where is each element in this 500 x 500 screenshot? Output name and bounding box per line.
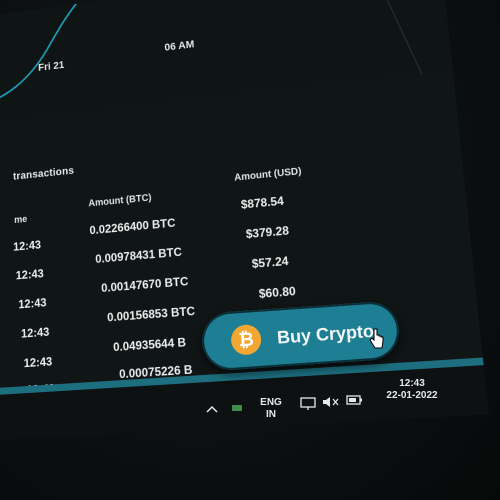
language-line2: IN (266, 409, 276, 420)
row-usd: $878.54 (240, 193, 285, 212)
row-usd: $379.28 (245, 223, 290, 242)
battery-icon[interactable] (346, 394, 364, 406)
clock-date: 22-01-2022 (386, 390, 438, 401)
pointer-cursor-icon (369, 328, 384, 349)
col-header-usd: Amount (USD) (233, 166, 302, 184)
row-usd: $57.24 (251, 253, 289, 271)
col-header-btc: Amount (BTC) (88, 192, 152, 210)
clock-time: 12:43 (399, 378, 425, 389)
row-time: 12:43 (15, 266, 44, 283)
price-line (0, 0, 84, 106)
row-btc: 0.04935644 B (112, 335, 187, 355)
speaker-muted-icon[interactable] (322, 396, 340, 408)
row-btc: 0.00978431 BTC (95, 244, 183, 266)
row-time: 12:43 (12, 237, 42, 254)
row-btc: 0.00147670 BTC (100, 274, 189, 296)
col-header-time: me (14, 214, 28, 226)
row-time: 12:43 (20, 324, 50, 341)
chart-divider (371, 0, 422, 79)
row-time: 12:43 (18, 295, 47, 312)
row-time: 12:43 (23, 354, 53, 371)
language-indicator[interactable]: ENG IN (256, 397, 286, 421)
row-btc: 0.02266400 BTC (89, 215, 176, 238)
monitor-screen: Fri 21 06 AM transactions me Amount (BTC… (0, 0, 489, 441)
network-icon[interactable] (230, 402, 244, 414)
bitcoin-icon: ₿ (230, 323, 263, 356)
price-chart: Fri 21 06 AM (0, 0, 453, 125)
row-usd: $60.80 (258, 283, 297, 302)
language-line1: ENG (260, 397, 282, 408)
photo-stage: Fri 21 06 AM transactions me Amount (BTC… (0, 0, 500, 500)
row-btc: 0.00156853 BTC (106, 303, 196, 325)
transactions-title: transactions (12, 165, 75, 183)
clock[interactable]: 12:43 22-01-2022 (382, 378, 442, 402)
buy-crypto-label: Buy Crypto (276, 320, 375, 348)
chart-line-svg (0, 0, 453, 124)
display-icon[interactable] (300, 397, 318, 411)
chevron-up-icon[interactable] (205, 404, 219, 414)
